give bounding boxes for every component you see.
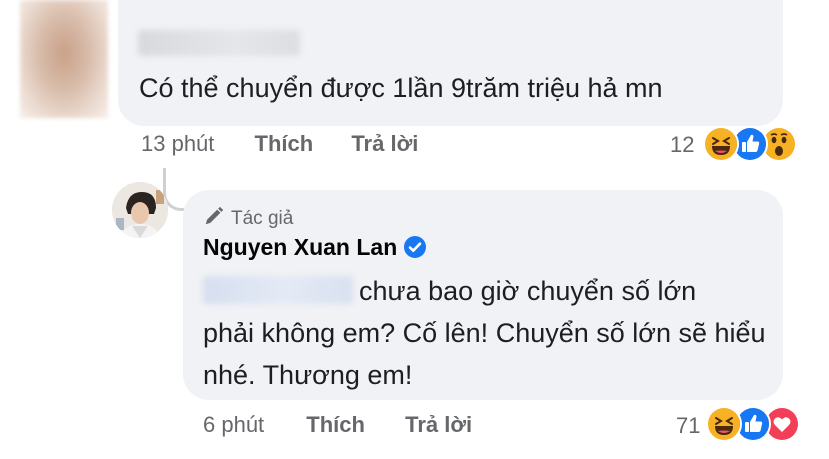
reply-reaction-icons[interactable] [706, 406, 810, 444]
reply-like-button[interactable]: Thích [306, 412, 365, 437]
like-button[interactable]: Thích [255, 131, 314, 156]
commenter-avatar[interactable] [20, 0, 108, 118]
reply-text: chưa bao giờ chuyển số lớn phải không em… [203, 270, 773, 396]
commenter-name-redacted[interactable] [138, 30, 300, 56]
reply-text-line1: chưa bao giờ chuyển số lớn [359, 276, 697, 306]
reply-time[interactable]: 6 phút [203, 412, 264, 437]
reply-author[interactable]: Nguyen Xuan Lan [203, 234, 427, 265]
author-badge-label: Tác giả [231, 208, 294, 229]
comment-bubble [118, 0, 783, 126]
author-badge: Tác giả [203, 205, 293, 233]
reply-author-name[interactable]: Nguyen Xuan Lan [203, 234, 397, 260]
reply-meta: 6 phút Thích Trả lời [203, 411, 472, 439]
comment-time[interactable]: 13 phút [141, 131, 214, 156]
haha-icon [703, 126, 739, 162]
comment-meta: 13 phút Thích Trả lời [141, 130, 418, 158]
reply-text-rest: phải không em? Cố lên! Chuyển số lớn sẽ … [203, 318, 766, 390]
reaction-icons[interactable] [703, 126, 807, 164]
reply-button[interactable]: Trả lời [351, 131, 418, 156]
comment-text: Có thể chuyển được 1lần 9trăm triệu hả m… [139, 73, 663, 103]
pencil-icon [203, 205, 225, 233]
author-avatar[interactable] [112, 182, 168, 238]
reaction-count[interactable]: 12 [670, 131, 694, 159]
reply-reply-button[interactable]: Trả lời [405, 412, 472, 437]
haha-icon [706, 406, 742, 442]
reply-reaction-count[interactable]: 71 [676, 412, 700, 440]
verified-badge-icon [403, 235, 427, 265]
